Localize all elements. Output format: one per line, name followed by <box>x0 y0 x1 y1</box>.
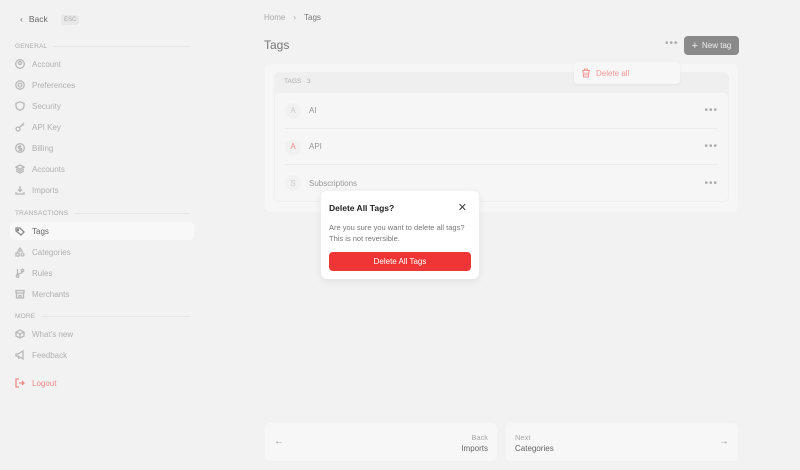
tag-menu-button[interactable]: ••• <box>704 105 718 116</box>
close-icon[interactable]: ✕ <box>458 201 467 214</box>
trash-icon <box>582 68 590 78</box>
gear-icon <box>15 80 25 90</box>
dialog-body: Are you sure you want to delete all tags… <box>329 223 465 243</box>
section-more: MORE <box>15 313 190 320</box>
tags-count-heading: TAGS · 3 <box>284 78 311 85</box>
sidebar: ‹ Back ESC GENERAL Account Preferences Se… <box>0 0 200 470</box>
sidebar-item-api-key[interactable]: API Key <box>10 118 194 136</box>
user-circle-icon <box>15 59 25 69</box>
breadcrumb-current: Tags <box>304 13 321 22</box>
shield-icon <box>15 101 25 111</box>
logout-button[interactable]: Logout <box>10 374 194 392</box>
git-branch-icon <box>15 268 25 278</box>
dialog-title: Delete All Tags? <box>329 203 395 213</box>
tag-avatar: A <box>285 102 301 119</box>
tags-list: A AI ••• A API ••• S Subscriptions ••• <box>275 93 728 201</box>
logout-icon <box>15 378 25 388</box>
page-title: Tags <box>264 38 290 52</box>
download-icon <box>15 186 25 195</box>
tag-name: Subscriptions <box>309 178 358 188</box>
key-icon <box>15 122 25 132</box>
shapes-icon <box>15 247 25 257</box>
sidebar-item-billing[interactable]: Billing <box>10 139 194 157</box>
tags-icon <box>15 227 25 236</box>
chevron-right-icon: › <box>293 13 297 22</box>
store-icon <box>15 289 25 299</box>
sidebar-item-preferences[interactable]: Preferences <box>10 76 194 94</box>
tag-name: AI <box>309 106 317 115</box>
sidebar-item-security[interactable]: Security <box>10 97 194 115</box>
section-transactions: TRANSACTIONS <box>15 210 190 217</box>
tag-name: API <box>309 142 322 151</box>
arrow-right-icon: → <box>719 436 729 447</box>
arrow-left-icon: ← <box>274 436 284 447</box>
esc-hint: ESC <box>61 15 80 25</box>
sidebar-item-merchants[interactable]: Merchants <box>10 285 194 303</box>
next-page-button[interactable]: → Next Categories <box>506 423 738 461</box>
sidebar-item-accounts[interactable]: Accounts <box>10 160 194 178</box>
sidebar-item-account[interactable]: Account <box>10 55 194 73</box>
tag-avatar: A <box>285 138 301 155</box>
layers-icon <box>15 164 25 174</box>
new-tag-button[interactable]: + New tag <box>684 36 739 55</box>
delete-all-menu-item[interactable]: Delete all <box>574 62 680 84</box>
plus-icon: + <box>691 39 699 52</box>
megaphone-icon <box>15 350 24 360</box>
sidebar-item-tags[interactable]: Tags <box>10 222 194 240</box>
breadcrumb: Home › Tags <box>264 13 321 22</box>
breadcrumb-home[interactable]: Home <box>264 13 285 22</box>
chevron-left-icon: ‹ <box>20 14 23 24</box>
sidebar-item-whats-new[interactable]: What's new <box>10 325 194 343</box>
more-options-button[interactable]: ••• <box>665 38 679 49</box>
sidebar-item-imports[interactable]: Imports <box>10 181 194 199</box>
sidebar-item-categories[interactable]: Categories <box>10 243 194 261</box>
tag-avatar: S <box>285 175 301 191</box>
confirm-delete-dialog: Delete All Tags? ✕ Are you sure you want… <box>321 191 479 279</box>
tag-menu-button[interactable]: ••• <box>704 141 718 152</box>
back-button[interactable]: ‹ Back <box>20 14 48 24</box>
section-general: GENERAL <box>15 43 190 50</box>
dollar-circle-icon <box>15 143 25 153</box>
box-icon <box>15 329 25 339</box>
sidebar-item-feedback[interactable]: Feedback <box>10 346 194 364</box>
tag-row[interactable]: A AI ••• <box>285 93 718 129</box>
tag-row[interactable]: A API ••• <box>285 129 718 165</box>
tag-menu-button[interactable]: ••• <box>704 178 718 189</box>
delete-all-tags-button[interactable]: Delete All Tags <box>329 252 471 271</box>
prev-page-button[interactable]: ← Back Imports <box>265 423 497 461</box>
sidebar-item-rules[interactable]: Rules <box>10 264 194 282</box>
